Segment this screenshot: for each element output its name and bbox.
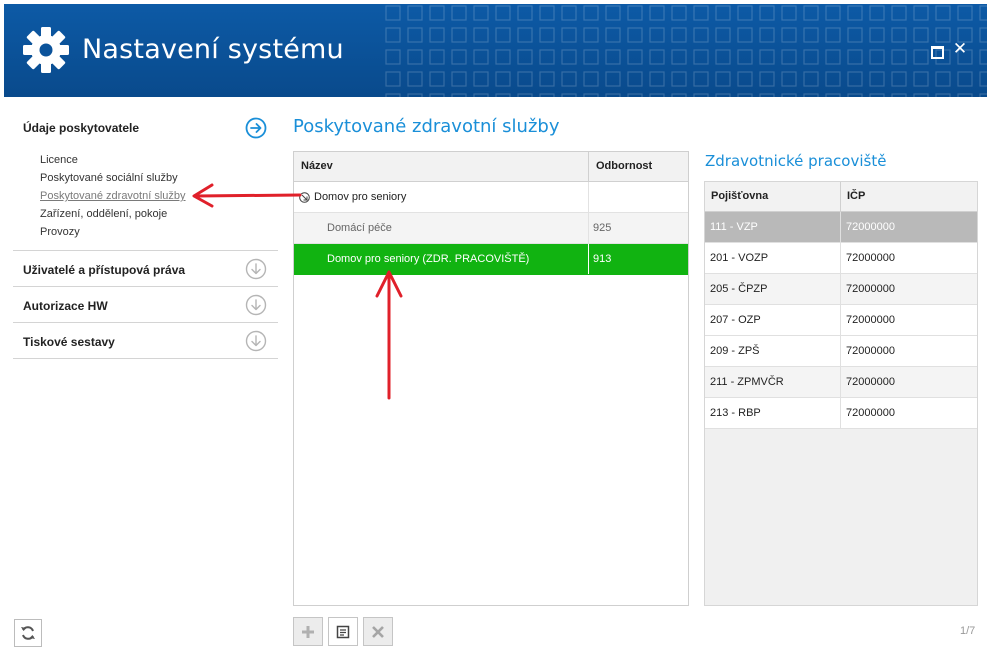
sidebar-item-social-services[interactable]: Poskytované sociální služby <box>40 169 186 187</box>
arrow-down-circle-icon[interactable] <box>245 294 267 316</box>
table-row[interactable]: Domácí péče 925 <box>294 213 688 244</box>
table-row-selected[interactable]: Domov pro seniory (ZDR. PRACOVIŠTĚ) 913 <box>294 244 688 275</box>
cell-pojistovna: 209 - ZPŠ <box>705 336 841 366</box>
cell-icp: 72000000 <box>846 252 895 264</box>
refresh-icon <box>21 626 35 640</box>
row-odbornost: 925 <box>593 222 612 234</box>
header-pattern <box>384 4 987 97</box>
table-row[interactable]: 211 - ZPMVČR 72000000 <box>705 367 977 398</box>
cell-pojistovna: 205 - ČPZP <box>705 274 841 304</box>
table-row[interactable]: 213 - RBP 72000000 <box>705 398 977 429</box>
delete-icon <box>372 625 384 638</box>
sidebar-section-title[interactable]: Tiskové sestavy <box>23 335 115 349</box>
row-name: Domov pro seniory <box>314 191 407 203</box>
sidebar-section-hw-auth[interactable]: Autorizace HW <box>13 287 278 323</box>
cell-icp: 72000000 <box>846 314 895 326</box>
close-icon[interactable]: ✕ <box>952 40 968 58</box>
cell-pojistovna: 207 - OZP <box>705 305 841 335</box>
arrow-right-circle-icon[interactable] <box>245 117 267 139</box>
sidebar-section-print-reports[interactable]: Tiskové sestavy <box>13 323 278 359</box>
cell-icp: 72000000 <box>846 407 895 419</box>
row-name: Domácí péče <box>294 213 589 243</box>
add-button[interactable] <box>293 617 323 646</box>
edit-button[interactable] <box>328 617 358 646</box>
health-services-grid: Název Odbornost Domov pro seniory Domácí… <box>293 151 689 606</box>
plus-icon <box>302 625 314 638</box>
sidebar-item-licence[interactable]: Licence <box>40 151 186 169</box>
sidebar: Údaje poskytovatele Licence Poskytované … <box>13 107 278 359</box>
cell-icp: 72000000 <box>846 376 895 388</box>
grid-header: Pojišťovna IČP <box>705 182 977 212</box>
table-row-selected[interactable]: 111 - VZP 72000000 <box>705 212 977 243</box>
sidebar-section-provider: Údaje poskytovatele Licence Poskytované … <box>13 107 278 251</box>
edit-icon <box>336 625 350 638</box>
refresh-button[interactable] <box>14 619 42 647</box>
gear-icon <box>23 27 69 73</box>
sidebar-item-operations[interactable]: Provozy <box>40 223 186 241</box>
column-header-icp[interactable]: IČP <box>841 182 865 211</box>
sidebar-section-title[interactable]: Údaje poskytovatele <box>23 121 139 135</box>
collapse-icon[interactable] <box>299 192 310 203</box>
grid-header: Název Odbornost <box>294 152 688 182</box>
cell-pojistovna: 111 - VZP <box>705 212 841 242</box>
side-panel-title: Zdravotnické pracoviště <box>705 152 887 170</box>
maximize-icon[interactable] <box>928 42 944 59</box>
sidebar-item-facilities[interactable]: Zařízení, oddělení, pokoje <box>40 205 186 223</box>
sidebar-section-title[interactable]: Uživatelé a přístupová práva <box>23 263 185 277</box>
delete-button[interactable] <box>363 617 393 646</box>
cell-icp: 72000000 <box>846 221 895 233</box>
sidebar-section-users[interactable]: Uživatelé a přístupová práva <box>13 251 278 287</box>
sidebar-section-title[interactable]: Autorizace HW <box>23 299 108 313</box>
window-title: Nastavení systému <box>82 34 344 65</box>
cell-pojistovna: 201 - VOZP <box>705 243 841 273</box>
cell-icp: 72000000 <box>846 283 895 295</box>
column-header-odbornost[interactable]: Odbornost <box>589 152 652 181</box>
title-bar: Nastavení systému ✕ <box>4 4 987 97</box>
table-row[interactable]: Domov pro seniory <box>294 182 688 213</box>
pager: 1/7 <box>960 625 976 637</box>
row-name: Domov pro seniory (ZDR. PRACOVIŠTĚ) <box>294 244 589 274</box>
cell-pojistovna: 213 - RBP <box>705 398 841 428</box>
column-header-name[interactable]: Název <box>294 152 589 181</box>
column-header-pojistovna[interactable]: Pojišťovna <box>705 182 841 211</box>
page-title: Poskytované zdravotní služby <box>293 116 560 137</box>
row-odbornost <box>589 182 688 212</box>
arrow-down-circle-icon[interactable] <box>245 330 267 352</box>
insurance-grid: Pojišťovna IČP 111 - VZP 72000000 201 - … <box>704 181 978 606</box>
cell-pojistovna: 211 - ZPMVČR <box>705 367 841 397</box>
cell-icp: 72000000 <box>846 345 895 357</box>
sidebar-item-health-services[interactable]: Poskytované zdravotní služby <box>40 187 186 205</box>
row-odbornost: 913 <box>593 253 612 265</box>
table-row[interactable]: 207 - OZP 72000000 <box>705 305 977 336</box>
arrow-down-circle-icon[interactable] <box>245 258 267 280</box>
table-row[interactable]: 209 - ZPŠ 72000000 <box>705 336 977 367</box>
table-row[interactable]: 205 - ČPZP 72000000 <box>705 274 977 305</box>
sidebar-subitems: Licence Poskytované sociální služby Posk… <box>40 151 186 241</box>
table-row[interactable]: 201 - VOZP 72000000 <box>705 243 977 274</box>
